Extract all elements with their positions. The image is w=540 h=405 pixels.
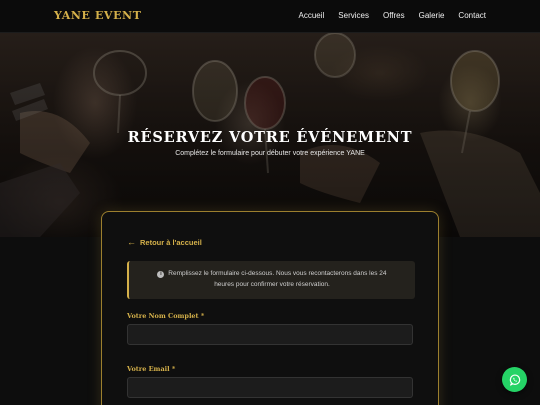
fullname-input[interactable]	[127, 324, 413, 345]
nav-links: Accueil Services Offres Galerie Contact	[299, 11, 487, 20]
back-link-label: Retour à l'accueil	[140, 238, 202, 247]
nav-item-contact[interactable]: Contact	[458, 11, 486, 20]
booking-form-card: ← Retour à l'accueil i Remplissez le for…	[101, 211, 439, 405]
brand-logo[interactable]: YANE EVENT	[54, 9, 142, 22]
info-text-line2: heures pour confirmer votre réservation.	[214, 281, 330, 288]
info-text-line1: Remplissez le formulaire ci-dessous. Nou…	[168, 270, 387, 277]
info-circle-icon: i	[157, 271, 165, 278]
fullname-label: Votre Nom Complet *	[127, 312, 205, 320]
hero-banner: RÉSERVEZ VOTRE ÉVÉNEMENT Complétez le fo…	[0, 33, 540, 237]
email-label: Votre Email *	[127, 365, 176, 373]
page-title: RÉSERVEZ VOTRE ÉVÉNEMENT	[127, 129, 413, 146]
nav-item-offres[interactable]: Offres	[383, 11, 405, 20]
nav-item-services[interactable]: Services	[338, 11, 369, 20]
whatsapp-button[interactable]	[502, 367, 527, 392]
nav-item-galerie[interactable]: Galerie	[419, 11, 445, 20]
page-subtitle: Complétez le formulaire pour débuter vot…	[175, 150, 365, 157]
nav-item-accueil[interactable]: Accueil	[299, 11, 325, 20]
email-input[interactable]	[127, 377, 413, 398]
arrow-left-icon: ←	[127, 237, 136, 247]
whatsapp-icon	[509, 373, 520, 386]
back-to-home-link[interactable]: ← Retour à l'accueil	[127, 237, 202, 248]
navbar: YANE EVENT Accueil Services Offres Galer…	[0, 0, 540, 33]
info-notice: i Remplissez le formulaire ci-dessous. N…	[127, 261, 415, 299]
